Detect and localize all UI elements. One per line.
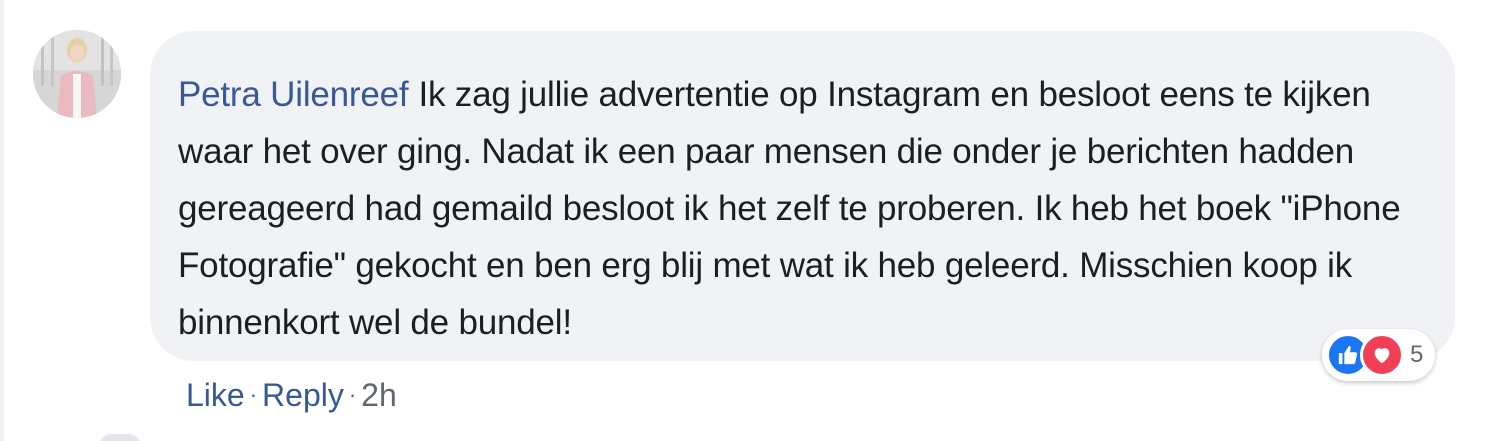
avatar-photo	[33, 30, 121, 118]
avatar[interactable]	[33, 30, 121, 118]
separator-dot: ·	[348, 382, 357, 407]
reaction-count: 5	[1410, 341, 1424, 368]
reactions-summary[interactable]: 5	[1322, 329, 1436, 381]
like-link[interactable]: Like	[186, 373, 245, 417]
next-comment-avatar	[98, 434, 142, 441]
author-name[interactable]: Petra Uilenreef	[178, 75, 409, 114]
comment-body: Petra Uilenreef Ik zag jullie advertentie…	[178, 66, 1425, 351]
timestamp[interactable]: 2h	[361, 373, 397, 417]
comment-panel: Petra Uilenreef Ik zag jullie advertentie…	[0, 0, 1493, 441]
panel-divider	[0, 0, 4, 441]
comment-actions: Like · Reply · 2h	[186, 373, 397, 417]
reply-link[interactable]: Reply	[262, 373, 344, 417]
comment-bubble: Petra Uilenreef Ik zag jullie advertentie…	[150, 31, 1455, 361]
love-icon	[1360, 333, 1404, 377]
comment-text: Ik zag jullie advertentie op Instagram e…	[178, 75, 1401, 342]
separator-dot: ·	[249, 382, 258, 407]
